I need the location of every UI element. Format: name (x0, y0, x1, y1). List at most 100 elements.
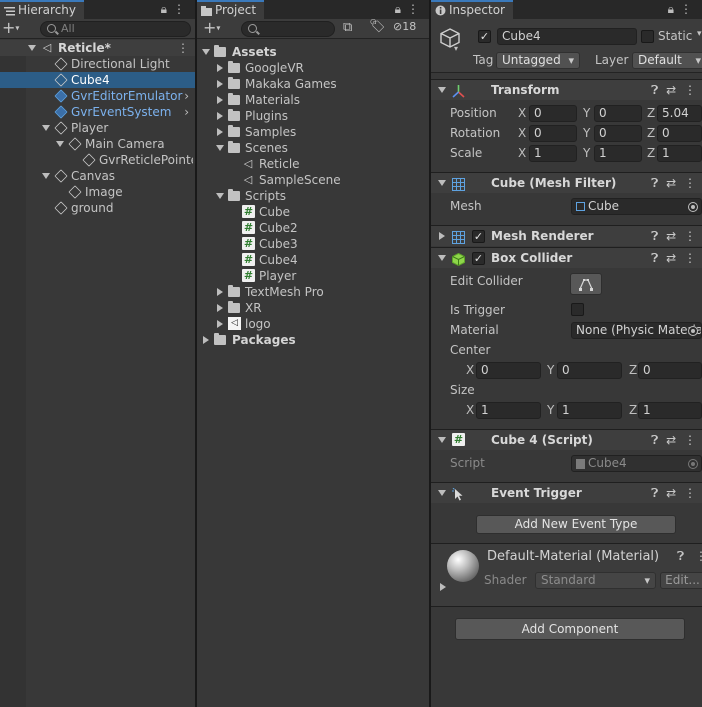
foldout-arrow-icon[interactable] (440, 583, 446, 591)
edit-collider-button[interactable] (570, 273, 602, 295)
hierarchy-item[interactable]: Directional Light (0, 56, 195, 72)
lock-icon[interactable]: 🔒︎ (161, 2, 173, 16)
is-trigger-checkbox[interactable] (571, 303, 584, 316)
size-z-field[interactable]: 1 (638, 402, 702, 419)
active-checkbox[interactable]: ✓ (478, 30, 491, 43)
expand-arrow-icon[interactable] (216, 193, 224, 199)
project-item[interactable]: ◁ Reticle (197, 156, 429, 172)
kebab-menu-icon[interactable]: ⋮ (177, 40, 189, 56)
kebab-menu-icon[interactable]: ⋮ (684, 176, 698, 190)
kebab-menu-icon[interactable]: ⋮ (684, 433, 698, 447)
box-collider-header[interactable]: ✓ Box Collider ❓︎ ⇄ ⋮ (431, 247, 702, 268)
transform-header[interactable]: Transform ❓︎ ⇄ ⋮ (431, 79, 702, 100)
edit-shader-button[interactable]: Edit... (660, 572, 702, 589)
component-buttons[interactable]: ❓︎ ⇄ ⋮ (651, 173, 698, 193)
scale-z-field[interactable]: 1 (657, 145, 702, 162)
presets-icon[interactable]: ⇄ (666, 229, 678, 243)
help-icon[interactable]: ❓︎ (651, 251, 660, 265)
help-icon[interactable]: ❓︎ (651, 83, 660, 97)
help-icon[interactable]: ❓︎ (651, 433, 660, 447)
hierarchy-search-input[interactable]: All (40, 21, 191, 37)
expand-arrow-icon[interactable] (216, 145, 224, 151)
component-buttons[interactable]: ❓︎ ⇄ ⋮ (651, 248, 698, 268)
kebab-menu-icon[interactable]: ⋮ (173, 2, 191, 16)
project-item[interactable]: # Cube3 (197, 236, 429, 252)
center-z-field[interactable]: 0 (638, 362, 702, 379)
component-buttons[interactable]: ❓︎ ⇄ ⋮ (651, 483, 698, 503)
scene-row[interactable]: ◁ Reticle* ⋮ (0, 40, 195, 56)
collapse-arrow-icon[interactable] (203, 336, 209, 344)
project-item[interactable]: ◁ logo (197, 316, 429, 332)
hidden-packages-toggle[interactable]: ⊘18 (393, 20, 416, 33)
rotation-z-field[interactable]: 0 (657, 125, 702, 142)
presets-icon[interactable]: ⇄ (666, 486, 678, 500)
tab-options[interactable]: 🔒︎⋮ (668, 2, 698, 17)
collapse-arrow-icon[interactable] (217, 128, 223, 136)
hierarchy-item-prefab[interactable]: GvrEventSystem › (0, 104, 195, 120)
position-y-field[interactable]: 0 (594, 105, 642, 122)
help-icon[interactable]: ❓︎ (651, 486, 660, 500)
icon-dropdown-arrow-icon[interactable]: ▾ (454, 44, 458, 53)
size-x-field[interactable]: 1 (476, 402, 541, 419)
size-y-field[interactable]: 1 (557, 402, 622, 419)
filter-by-label-icon[interactable]: 🏷︎ (369, 19, 386, 34)
project-item[interactable]: Plugins (197, 108, 429, 124)
chevron-right-icon[interactable]: › (184, 88, 189, 104)
project-item-packages[interactable]: Packages (197, 332, 429, 348)
create-dropdown[interactable]: +▾ (2, 20, 19, 37)
kebab-menu-icon[interactable]: ⋮ (684, 83, 698, 97)
component-buttons[interactable]: ❓︎ ⇄ ⋮ (651, 226, 698, 246)
collapse-arrow-icon[interactable] (217, 80, 223, 88)
tab-project[interactable]: Project (197, 0, 265, 19)
physic-material-field[interactable]: None (Physic Material) (571, 322, 702, 339)
foldout-arrow-icon[interactable] (439, 232, 445, 240)
hierarchy-item[interactable]: Image (0, 184, 195, 200)
hierarchy-item[interactable]: Canvas (0, 168, 195, 184)
project-search-input[interactable] (241, 21, 335, 37)
tab-hierarchy[interactable]: Hierarchy (0, 0, 85, 19)
filter-by-type-icon[interactable]: ⧉ (343, 20, 352, 35)
enabled-checkbox[interactable]: ✓ (472, 252, 485, 265)
presets-icon[interactable]: ⇄ (666, 433, 678, 447)
rotation-x-field[interactable]: 0 (529, 125, 577, 142)
tab-options[interactable]: 🔒︎⋮ (161, 2, 191, 17)
foldout-arrow-icon[interactable] (438, 437, 446, 443)
lock-icon[interactable]: 🔒︎ (668, 2, 680, 16)
presets-icon[interactable]: ⇄ (666, 83, 678, 97)
center-x-field[interactable]: 0 (476, 362, 541, 379)
project-item[interactable]: GoogleVR (197, 60, 429, 76)
collapse-arrow-icon[interactable] (217, 112, 223, 120)
project-item[interactable]: Materials (197, 92, 429, 108)
expand-arrow-icon[interactable] (202, 49, 210, 55)
project-item[interactable]: Scripts (197, 188, 429, 204)
event-trigger-header[interactable]: Event Trigger ❓︎ ⇄ ⋮ (431, 482, 702, 503)
tag-dropdown[interactable]: Untagged (496, 52, 580, 69)
rotation-y-field[interactable]: 0 (594, 125, 642, 142)
collapse-arrow-icon[interactable] (217, 96, 223, 104)
hierarchy-item[interactable]: ground (0, 200, 195, 216)
position-x-field[interactable]: 0 (529, 105, 577, 122)
layer-dropdown[interactable]: Default (632, 52, 702, 69)
expand-arrow-icon[interactable] (42, 173, 50, 179)
presets-icon[interactable]: ⇄ (666, 176, 678, 190)
chevron-right-icon[interactable]: › (184, 104, 189, 120)
add-component-button[interactable]: Add Component (455, 618, 685, 640)
expand-arrow-icon[interactable] (42, 125, 50, 131)
shader-dropdown[interactable]: Standard (535, 572, 656, 589)
foldout-arrow-icon[interactable] (438, 255, 446, 261)
component-buttons[interactable]: ❓︎ ⇄ ⋮ (651, 430, 698, 450)
project-item[interactable]: ◁ SampleScene (197, 172, 429, 188)
project-item[interactable]: TextMesh Pro (197, 284, 429, 300)
mesh-filter-header[interactable]: Cube (Mesh Filter) ❓︎ ⇄ ⋮ (431, 172, 702, 193)
help-icon[interactable]: ❓︎ (651, 176, 660, 190)
create-dropdown[interactable]: +▾ (203, 20, 220, 37)
component-buttons[interactable]: ❓︎ ⇄ ⋮ (651, 80, 698, 100)
object-picker-icon[interactable] (688, 326, 698, 336)
scale-y-field[interactable]: 1 (594, 145, 642, 162)
hierarchy-item-selected[interactable]: Cube4 (0, 72, 195, 88)
kebab-menu-icon[interactable]: ⋮ (407, 2, 425, 16)
mesh-object-field[interactable]: Cube (571, 198, 702, 215)
object-name-input[interactable]: Cube4 (497, 28, 637, 45)
enabled-checkbox[interactable]: ✓ (472, 230, 485, 243)
collapse-arrow-icon[interactable] (217, 64, 223, 72)
